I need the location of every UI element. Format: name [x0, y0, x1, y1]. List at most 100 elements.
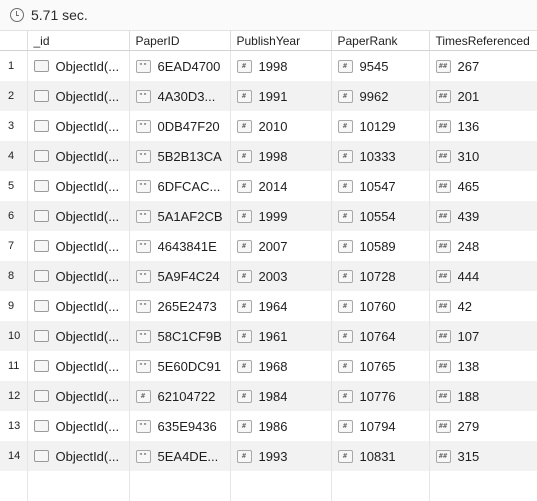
cell-paperrank[interactable]: #10129 — [331, 111, 430, 141]
cell-paperrank[interactable]: #10760 — [331, 291, 430, 321]
cell-timesreferenced[interactable]: ## 248 — [429, 231, 537, 261]
cell-paperrank[interactable]: #9545 — [331, 50, 430, 81]
column-header-publishyear[interactable]: PublishYear — [230, 31, 332, 51]
cell-publishyear[interactable]: #1999 — [230, 201, 332, 231]
cell-value: ObjectId(... — [55, 298, 120, 314]
cell-paperrank[interactable]: #10554 — [331, 201, 430, 231]
cell-id[interactable]: ObjectId(... — [27, 261, 130, 291]
cell-publishyear[interactable]: #1991 — [230, 81, 332, 111]
cell-id[interactable]: ObjectId(... — [27, 111, 130, 141]
table-row[interactable] — [0, 471, 537, 501]
cell-id[interactable]: ObjectId(... — [27, 171, 130, 201]
table-row[interactable]: 4 ObjectId(... "" 5B2B13CA #1998 #10333 ## 310 — [0, 141, 537, 171]
cell-timesreferenced[interactable]: ## 201 — [429, 81, 537, 111]
cell-publishyear[interactable]: #1964 — [230, 291, 332, 321]
cell-paperid[interactable]: #62104722 — [129, 381, 231, 411]
cell-id[interactable]: ObjectId(... — [27, 81, 130, 111]
string-type-icon: "" — [135, 329, 151, 343]
column-header-paperrank[interactable]: PaperRank — [331, 31, 430, 51]
cell-publishyear[interactable]: #1998 — [230, 141, 332, 171]
cell-paperid[interactable]: "" 6DFCAC... — [129, 171, 231, 201]
cell-value: 10728 — [359, 268, 396, 284]
cell-publishyear[interactable]: #1984 — [230, 381, 332, 411]
cell-publishyear[interactable]: #2014 — [230, 171, 332, 201]
table-row[interactable]: 2 ObjectId(... "" 4A30D3... #1991 #9962 ## 201 — [0, 81, 537, 111]
row-number: 6 — [0, 201, 28, 231]
table-row[interactable]: 14 ObjectId(... "" 5EA4DE... #1993 #10831 ## 31… — [0, 441, 537, 471]
column-header-timesreferenced[interactable]: TimesReferenced — [429, 31, 537, 51]
cell-timesreferenced[interactable]: ## 279 — [429, 411, 537, 441]
cell-paperid[interactable]: "" 5B2B13CA — [129, 141, 231, 171]
table-row[interactable]: 8 ObjectId(... "" 5A9F4C24 #2003 #10728 ## 444 — [0, 261, 537, 291]
cell-paperid[interactable]: "" 58C1CF9B — [129, 321, 231, 351]
cell-id[interactable]: ObjectId(... — [27, 441, 130, 471]
cell-publishyear[interactable]: #1993 — [230, 441, 332, 471]
cell-paperrank[interactable]: #10547 — [331, 171, 430, 201]
cell-timesreferenced[interactable]: ## 465 — [429, 171, 537, 201]
cell-timesreferenced[interactable]: ## 444 — [429, 261, 537, 291]
cell-paperrank[interactable]: #10831 — [331, 441, 430, 471]
table-row[interactable]: 12 ObjectId(... #62104722 #1984 #10776 ## 188 — [0, 381, 537, 411]
cell-paperid[interactable]: "" 635E9436 — [129, 411, 231, 441]
cell-paperid[interactable]: "" 0DB47F20 — [129, 111, 231, 141]
cell-paperrank[interactable]: #9962 — [331, 81, 430, 111]
cell-paperrank[interactable]: #10765 — [331, 351, 430, 381]
cell-paperrank[interactable] — [331, 471, 430, 501]
cell-timesreferenced[interactable]: ## 42 — [429, 291, 537, 321]
cell-publishyear[interactable]: #2003 — [230, 261, 332, 291]
cell-value: 1998 — [258, 148, 288, 164]
cell-timesreferenced[interactable]: ## 267 — [429, 50, 537, 81]
cell-paperid[interactable]: "" 265E2473 — [129, 291, 231, 321]
cell-id[interactable]: ObjectId(... — [27, 201, 130, 231]
cell-id[interactable]: ObjectId(... — [27, 411, 130, 441]
cell-paperid[interactable]: "" 5E60DC91 — [129, 351, 231, 381]
cell-id[interactable] — [27, 471, 130, 501]
column-header-id[interactable]: _id — [27, 31, 130, 51]
cell-id[interactable]: ObjectId(... — [27, 321, 130, 351]
cell-publishyear[interactable] — [230, 471, 332, 501]
cell-timesreferenced[interactable]: ## 188 — [429, 381, 537, 411]
table-row[interactable]: 13 ObjectId(... "" 635E9436 #1986 #10794 ## 279 — [0, 411, 537, 441]
cell-paperrank[interactable]: #10794 — [331, 411, 430, 441]
cell-paperid[interactable]: "" 5A1AF2CB — [129, 201, 231, 231]
cell-paperid[interactable]: "" 4A30D3... — [129, 81, 231, 111]
table-row[interactable]: 5 ObjectId(... "" 6DFCAC... #2014 #10547 ## 465 — [0, 171, 537, 201]
cell-paperid[interactable]: "" 6EAD4700 — [129, 50, 231, 81]
cell-publishyear[interactable]: #1998 — [230, 50, 332, 81]
cell-publishyear[interactable]: #2010 — [230, 111, 332, 141]
cell-id[interactable]: ObjectId(... — [27, 231, 130, 261]
cell-id[interactable]: ObjectId(... — [27, 381, 130, 411]
cell-timesreferenced[interactable]: ## 107 — [429, 321, 537, 351]
cell-timesreferenced[interactable]: ## 315 — [429, 441, 537, 471]
cell-paperid[interactable]: "" 5EA4DE... — [129, 441, 231, 471]
table-row[interactable]: 1 ObjectId(... "" 6EAD4700 #1998 #9545 ## 267 — [0, 50, 537, 81]
cell-timesreferenced[interactable]: ## 439 — [429, 201, 537, 231]
cell-paperrank[interactable]: #10776 — [331, 381, 430, 411]
table-row[interactable]: 9 ObjectId(... "" 265E2473 #1964 #10760 ## 42 — [0, 291, 537, 321]
cell-publishyear[interactable]: #1968 — [230, 351, 332, 381]
cell-timesreferenced[interactable]: ## 310 — [429, 141, 537, 171]
table-row[interactable]: 6 ObjectId(... "" 5A1AF2CB #1999 #10554 ## 439 — [0, 201, 537, 231]
cell-timesreferenced[interactable]: ## 138 — [429, 351, 537, 381]
cell-id[interactable]: ObjectId(... — [27, 291, 130, 321]
cell-paperrank[interactable]: #10333 — [331, 141, 430, 171]
table-row[interactable]: 3 ObjectId(... "" 0DB47F20 #2010 #10129 ## 136 — [0, 111, 537, 141]
cell-timesreferenced[interactable] — [429, 471, 537, 501]
column-header-paperid[interactable]: PaperID — [129, 31, 231, 51]
cell-id[interactable]: ObjectId(... — [27, 351, 130, 381]
cell-publishyear[interactable]: #2007 — [230, 231, 332, 261]
cell-paperrank[interactable]: #10589 — [331, 231, 430, 261]
cell-timesreferenced[interactable]: ## 136 — [429, 111, 537, 141]
table-row[interactable]: 11 ObjectId(... "" 5E60DC91 #1968 #10765 ## 138 — [0, 351, 537, 381]
cell-publishyear[interactable]: #1986 — [230, 411, 332, 441]
cell-paperid[interactable]: "" 4643841E — [129, 231, 231, 261]
cell-id[interactable]: ObjectId(... — [27, 50, 130, 81]
cell-paperrank[interactable]: #10728 — [331, 261, 430, 291]
cell-paperid[interactable] — [129, 471, 231, 501]
cell-paperrank[interactable]: #10764 — [331, 321, 430, 351]
table-row[interactable]: 7 ObjectId(... "" 4643841E #2007 #10589 ## 248 — [0, 231, 537, 261]
table-row[interactable]: 10 ObjectId(... "" 58C1CF9B #1961 #10764 ## 107 — [0, 321, 537, 351]
cell-publishyear[interactable]: #1961 — [230, 321, 332, 351]
cell-paperid[interactable]: "" 5A9F4C24 — [129, 261, 231, 291]
cell-id[interactable]: ObjectId(... — [27, 141, 130, 171]
